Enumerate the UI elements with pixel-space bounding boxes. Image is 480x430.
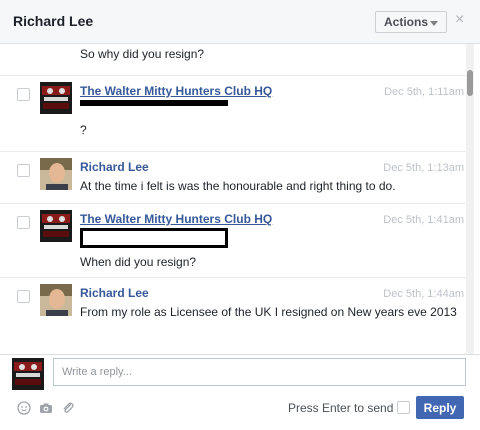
message-timestamp: Dec 5th, 1:44am <box>383 288 464 300</box>
person-photo-avatar[interactable] <box>40 284 72 316</box>
message-row: The Walter Mitty Hunters Club HQ Dec 5th… <box>0 76 466 152</box>
message-text: ? <box>80 123 87 137</box>
club-logo-avatar[interactable] <box>40 210 72 242</box>
message-text: At the time i felt is was the honourable… <box>80 179 396 193</box>
scrollbar-thumb[interactable] <box>467 70 473 96</box>
sender-name-link[interactable]: Richard Lee <box>80 160 149 174</box>
chevron-down-icon <box>430 21 438 26</box>
message-timestamp: Dec 5th, 1:13am <box>383 162 464 174</box>
message-row: So why did you resign? <box>0 44 466 76</box>
club-logo-avatar[interactable] <box>40 82 72 114</box>
press-enter-label: Press Enter to send <box>288 401 394 415</box>
message-text: So why did you resign? <box>80 47 205 61</box>
club-logo-avatar <box>12 358 44 390</box>
message-row: Richard Lee Dec 5th, 1:13am At the time … <box>0 152 466 204</box>
redaction-box <box>80 228 228 248</box>
conversation-header: Richard Lee Actions × <box>0 0 480 44</box>
attach-icon[interactable] <box>61 401 75 415</box>
camera-icon[interactable] <box>39 401 53 415</box>
sender-name-link[interactable]: The Walter Mitty Hunters Club HQ <box>80 212 272 226</box>
message-select-checkbox[interactable] <box>17 164 30 177</box>
reply-button[interactable]: Reply <box>416 396 464 419</box>
redaction-bar <box>80 100 228 106</box>
sender-name-link[interactable]: Richard Lee <box>80 286 149 300</box>
message-select-checkbox[interactable] <box>17 88 30 101</box>
message-text: When did you resign? <box>80 255 197 269</box>
message-text: From my role as Licensee of the UK I res… <box>80 305 457 319</box>
actions-label: Actions <box>384 15 429 29</box>
message-select-checkbox[interactable] <box>17 216 30 229</box>
message-row: The Walter Mitty Hunters Club HQ Dec 5th… <box>0 204 466 278</box>
person-photo-avatar[interactable] <box>40 158 72 190</box>
actions-button[interactable]: Actions <box>375 11 447 33</box>
message-row: Richard Lee Dec 5th, 1:44am From my role… <box>0 278 466 354</box>
sender-name-link[interactable]: The Walter Mitty Hunters Club HQ <box>80 84 272 98</box>
message-timestamp: Dec 5th, 1:11am <box>384 86 464 98</box>
close-icon[interactable]: × <box>455 11 464 29</box>
press-enter-checkbox[interactable] <box>397 401 410 414</box>
message-timestamp: Dec 5th, 1:41am <box>383 214 464 226</box>
message-list: So why did you resign? The Walter Mitty … <box>0 44 466 354</box>
message-select-checkbox[interactable] <box>17 290 30 303</box>
reply-input[interactable] <box>53 358 466 386</box>
emoji-icon[interactable] <box>17 401 31 415</box>
conversation-title: Richard Lee <box>13 13 94 29</box>
